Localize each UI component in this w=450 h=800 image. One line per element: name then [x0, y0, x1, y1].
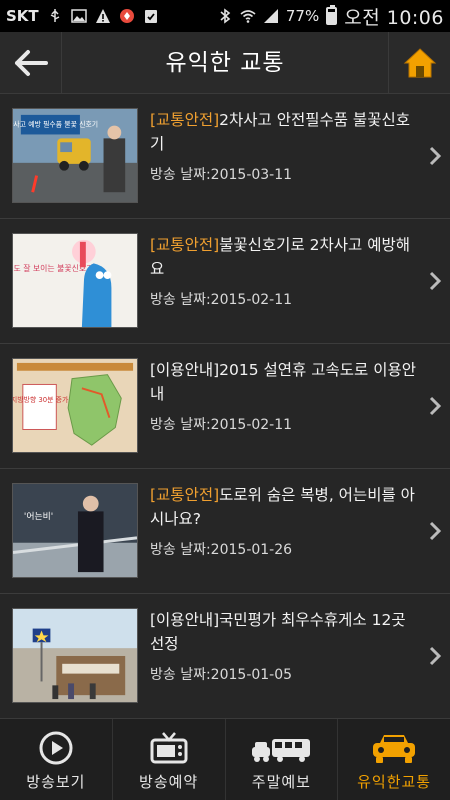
tab-useful-traffic[interactable]: 유익한교통 [338, 719, 450, 800]
chevron-right-icon [429, 146, 442, 166]
chevron-right-icon [429, 521, 442, 541]
battery-percent: 77% [285, 7, 320, 25]
list-item[interactable]: 2차사고 예방 필수품 불꽃 신호기 [교통안전]2차사고 안전필수품 불꽃신호… [0, 94, 450, 219]
thumb-caption: 2차사고 예방 필수품 불꽃 신호기 [13, 120, 98, 129]
item-category: [교통안전] [150, 236, 220, 254]
item-category: [이용안내] [150, 361, 220, 379]
video-thumbnail: '어는비' [12, 483, 138, 578]
thumb-caption: '어는비' [24, 511, 53, 522]
carrier-label: SKT [6, 7, 39, 25]
item-title: [이용안내]2015 설연휴 고속도로 이용안내 [150, 358, 422, 406]
video-thumbnail [12, 608, 138, 703]
item-date: 방송 날짜:2015-01-26 [150, 542, 293, 558]
image-icon [70, 8, 87, 24]
battery-icon [326, 5, 338, 25]
traffic-icon [252, 739, 311, 762]
item-title: [교통안전]2차사고 안전필수품 불꽃신호기 [150, 108, 422, 156]
usb-icon [47, 8, 63, 24]
clock: 오전 10:06 [344, 6, 444, 29]
item-title: [교통안전]도로위 숨은 복병, 어는비를 아시나요? [150, 483, 422, 531]
item-category: [교통안전] [150, 111, 220, 129]
location-app-icon [119, 8, 135, 24]
item-title: [교통안전]불꽃신호기로 2차사고 예방해요 [150, 233, 422, 281]
list-item[interactable]: [이용안내]국민평가 최우수휴게소 12곳 선정 방송 날짜:2015-01-0… [0, 594, 450, 718]
back-button[interactable] [0, 32, 62, 94]
video-thumbnail: 2차사고 예방 필수품 불꽃 신호기 [12, 108, 138, 203]
chevron-right-icon [429, 271, 442, 291]
item-category: [교통안전] [150, 486, 220, 504]
warning-icon [95, 8, 111, 24]
play-icon [39, 731, 73, 765]
bluetooth-icon [217, 8, 233, 24]
tab-broadcast-schedule[interactable]: 방송예약 [113, 719, 226, 800]
home-icon [403, 48, 436, 78]
tab-weekend-forecast[interactable]: 주말예보 [226, 719, 339, 800]
bottom-tab-bar: 방송보기 방송예약 주말예보 유익한교통 [0, 718, 450, 800]
signal-icon [263, 8, 279, 24]
car-icon [373, 735, 416, 763]
arrow-left-icon [14, 50, 48, 76]
item-date: 방송 날짜:2015-02-11 [150, 417, 293, 433]
tab-label: 방송예약 [139, 773, 199, 791]
status-bar: SKT 77% 오전 10:06 [0, 0, 450, 32]
app-header: 유익한 교통 [0, 32, 450, 94]
page-title: 유익한 교통 [165, 50, 285, 76]
chevron-right-icon [429, 646, 442, 666]
wifi-icon [240, 8, 256, 24]
list-item[interactable]: '어는비' [교통안전]도로위 숨은 복병, 어는비를 아시나요? 방송 날짜:… [0, 469, 450, 594]
tab-broadcast-view[interactable]: 방송보기 [0, 719, 113, 800]
clipboard-check-icon [143, 8, 159, 24]
item-category: [이용안내] [150, 611, 220, 629]
video-thumbnail: 멀리서도 잘 보이는 불꽃신호기 [12, 233, 138, 328]
thumb-caption: 지방방향 30분 증가 [13, 395, 69, 404]
tv-icon [150, 732, 188, 764]
video-list: 2차사고 예방 필수품 불꽃 신호기 [교통안전]2차사고 안전필수품 불꽃신호… [0, 94, 450, 718]
tab-label: 방송보기 [26, 773, 86, 791]
video-thumbnail: 지방방향 30분 증가 [12, 358, 138, 453]
list-item[interactable]: 지방방향 30분 증가 [이용안내]2015 설연휴 고속도로 이용안내 방송 … [0, 344, 450, 469]
chevron-right-icon [429, 396, 442, 416]
home-button[interactable] [388, 32, 450, 94]
item-date: 방송 날짜:2015-02-11 [150, 292, 293, 308]
tab-label: 주말예보 [251, 773, 311, 791]
item-date: 방송 날짜:2015-01-05 [150, 667, 293, 683]
item-title: [이용안내]국민평가 최우수휴게소 12곳 선정 [150, 608, 422, 656]
list-item[interactable]: 멀리서도 잘 보이는 불꽃신호기 [교통안전]불꽃신호기로 2차사고 예방해요 … [0, 219, 450, 344]
item-date: 방송 날짜:2015-03-11 [150, 167, 293, 183]
tab-label: 유익한교통 [357, 773, 432, 791]
